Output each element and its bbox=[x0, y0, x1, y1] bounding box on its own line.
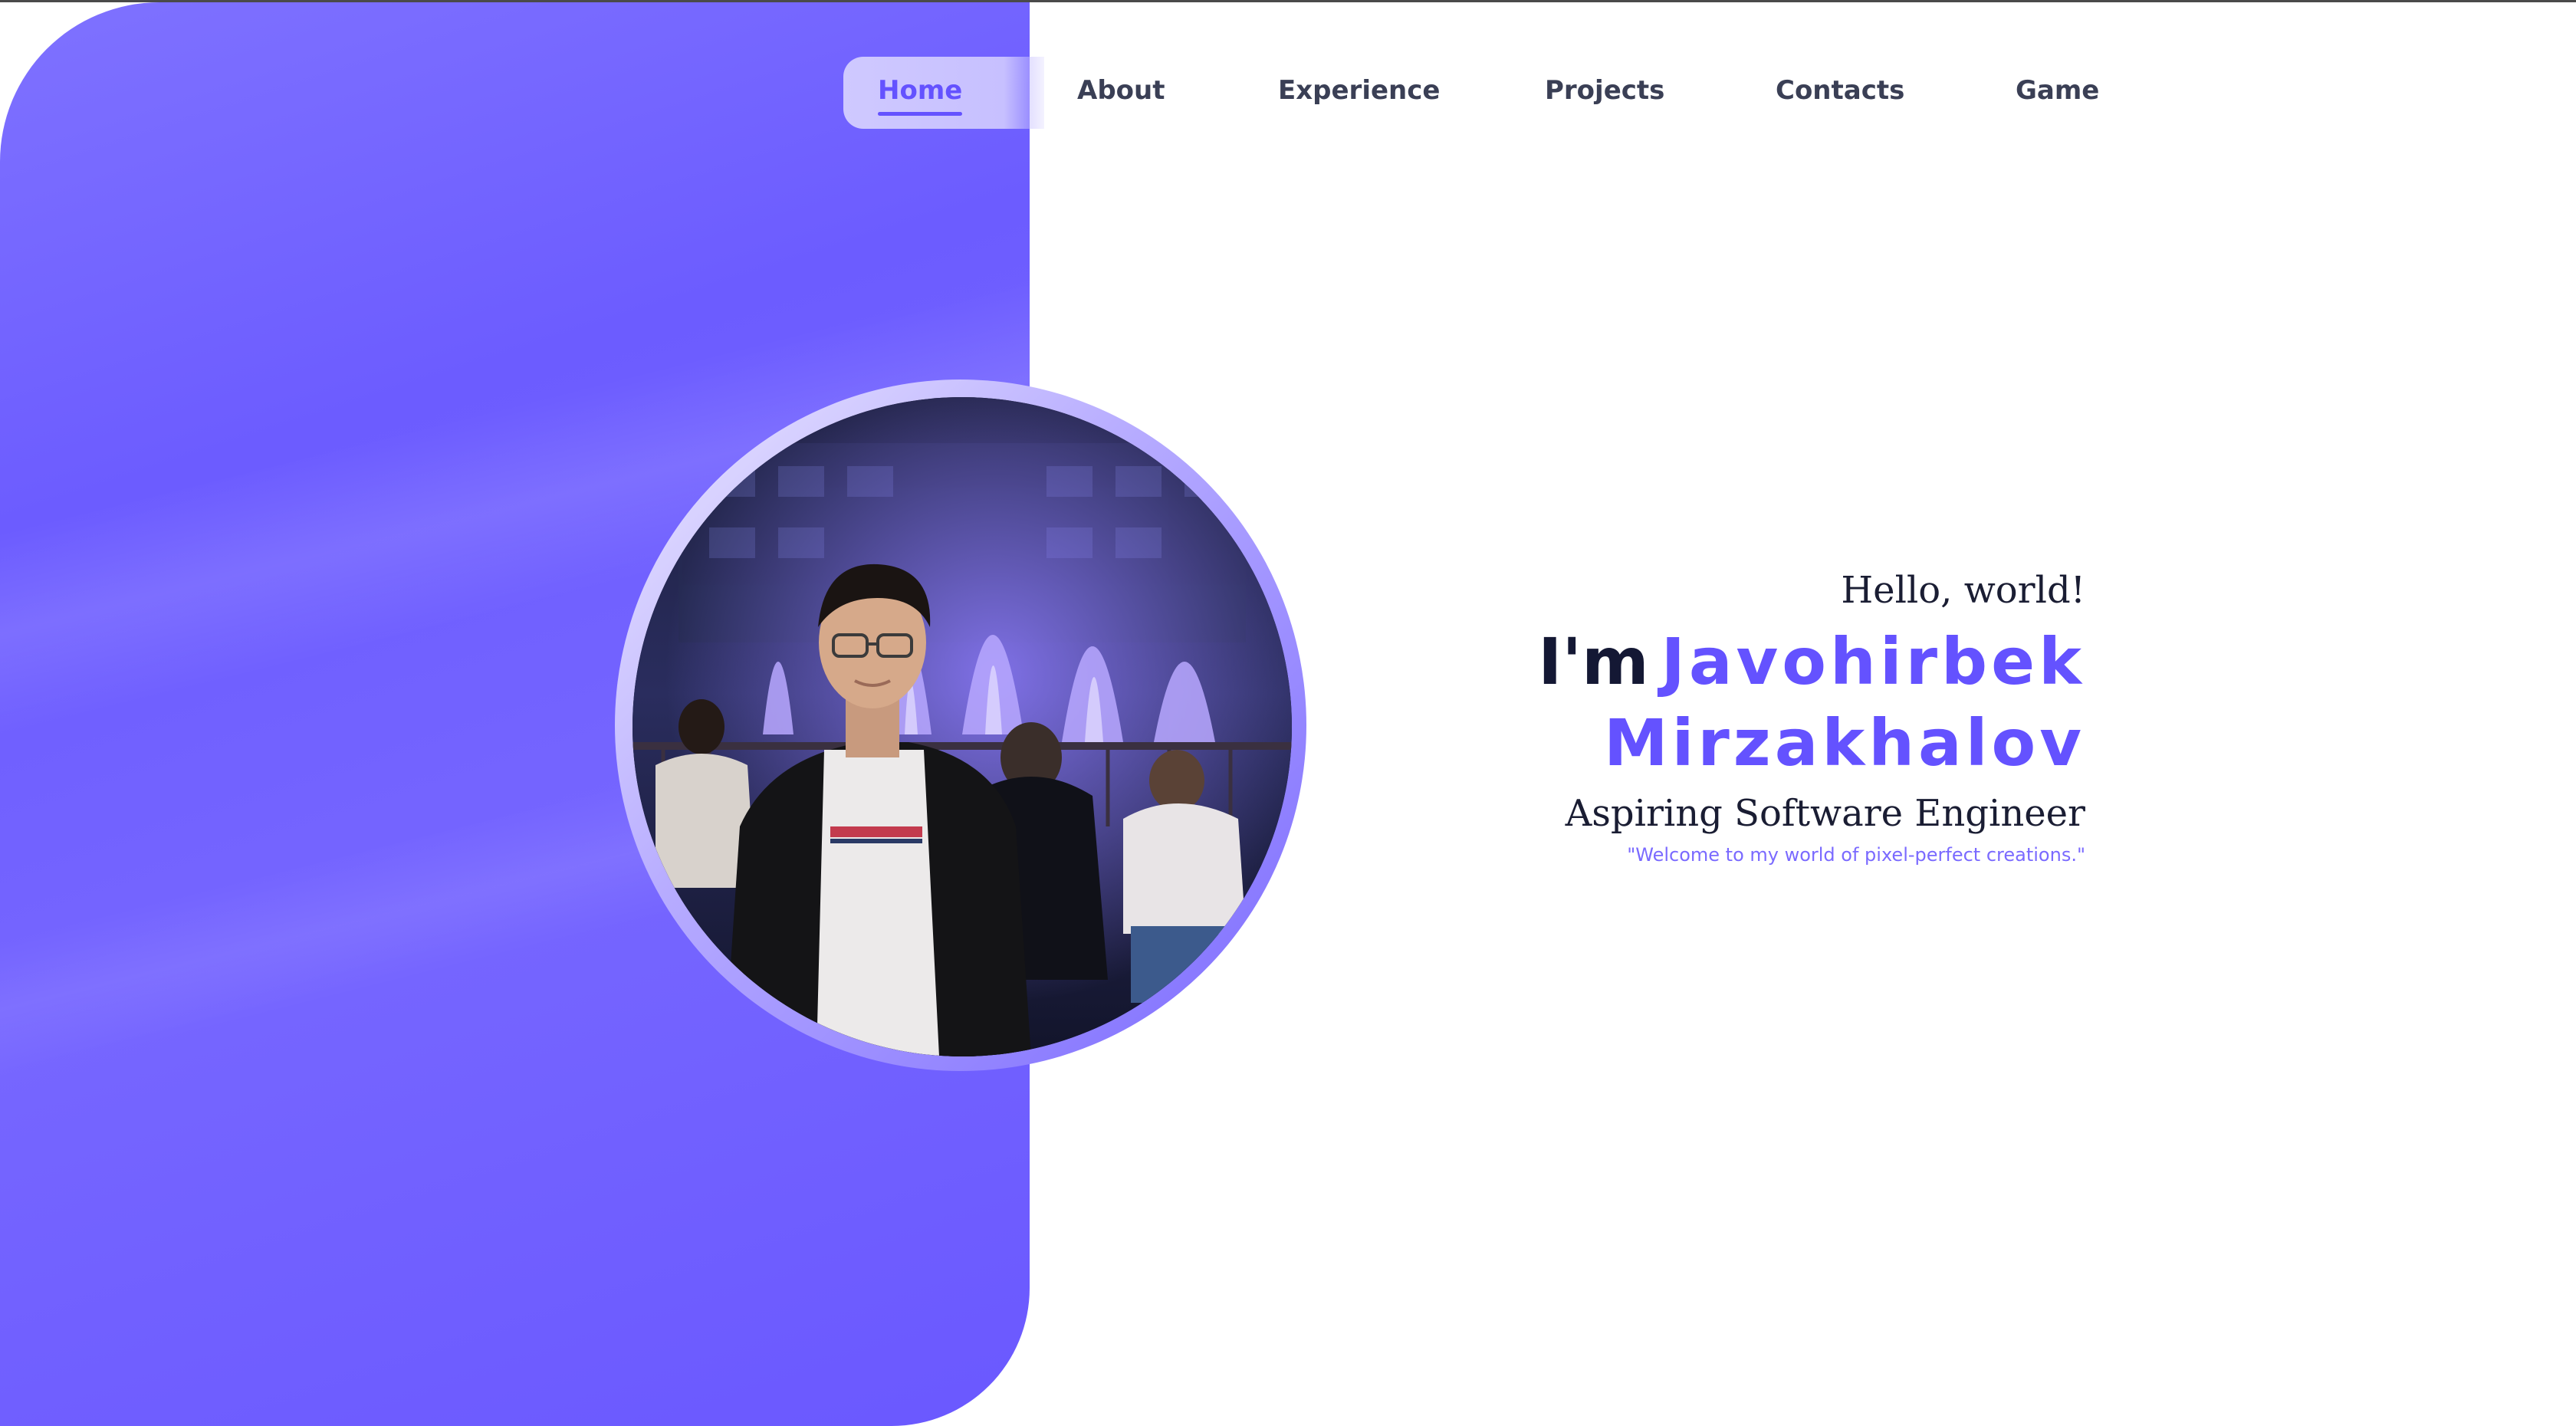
greeting: Hello, world! bbox=[1841, 569, 2085, 612]
nav-active-underline bbox=[878, 112, 962, 116]
nav-item-contacts[interactable]: Contacts bbox=[1776, 75, 1904, 106]
avatar bbox=[632, 397, 1292, 1056]
nav-item-projects[interactable]: Projects bbox=[1545, 75, 1664, 106]
headline-line-2: Mirzakhalov bbox=[1242, 702, 2085, 784]
headline: I'm Javohirbek bbox=[1242, 621, 2085, 702]
nav-item-home[interactable]: Home bbox=[878, 75, 962, 106]
top-border bbox=[0, 0, 2576, 2]
nav-item-about[interactable]: About bbox=[1077, 75, 1165, 106]
main-nav: Home About Experience Projects Contacts … bbox=[843, 57, 2147, 130]
nav-item-experience[interactable]: Experience bbox=[1278, 75, 1440, 106]
nav-item-game[interactable]: Game bbox=[2016, 75, 2099, 106]
last-name: Mirzakhalov bbox=[1604, 705, 2085, 780]
tagline: "Welcome to my world of pixel-perfect cr… bbox=[1627, 844, 2085, 866]
page: Home About Experience Projects Contacts … bbox=[0, 0, 2576, 1426]
intro-text: I'm bbox=[1538, 624, 1649, 699]
hero-text: Hello, world! I'm Javohirbek Mirzakhalov … bbox=[1242, 560, 2085, 868]
portrait-photo bbox=[632, 397, 1292, 1056]
role-title: Aspiring Software Engineer bbox=[1565, 792, 2085, 835]
first-name: Javohirbek bbox=[1661, 624, 2085, 699]
